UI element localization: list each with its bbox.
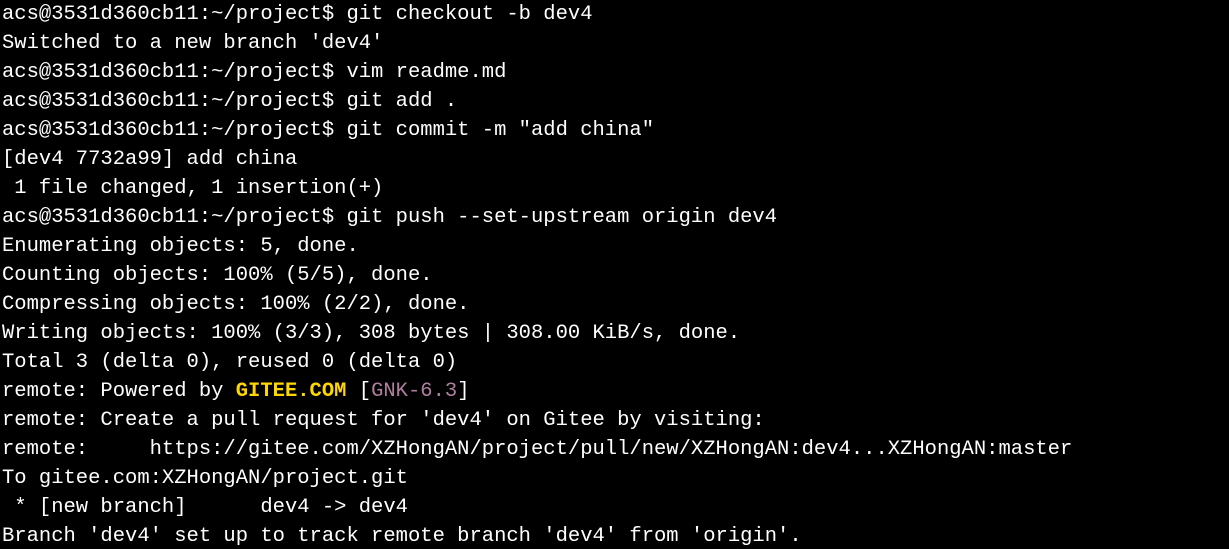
- terminal-line: acs@3531d360cb11:~/project$ git commit -…: [2, 116, 1229, 145]
- terminal-output-line: Enumerating objects: 5, done.: [2, 235, 359, 258]
- bracket-open: [: [346, 380, 372, 403]
- shell-prompt: acs@3531d360cb11:~/project$: [2, 119, 335, 142]
- remote-prefix: remote: Powered by: [2, 380, 236, 403]
- shell-prompt: acs@3531d360cb11:~/project$: [2, 90, 335, 113]
- terminal-output-line: Total 3 (delta 0), reused 0 (delta 0): [2, 351, 458, 374]
- gnk-version-text: GNK-6.3: [371, 380, 458, 403]
- command-text: git push --set-upstream origin dev4: [334, 206, 778, 229]
- terminal-line: acs@3531d360cb11:~/project$ git push --s…: [2, 203, 1229, 232]
- terminal-output-line: Switched to a new branch 'dev4': [2, 32, 384, 55]
- command-text: git checkout -b dev4: [334, 3, 593, 26]
- command-text: vim readme.md: [334, 61, 507, 84]
- command-text: git commit -m "add china": [334, 119, 655, 142]
- bracket-close: ]: [457, 380, 470, 403]
- terminal-output-line: * [new branch] dev4 -> dev4: [2, 496, 408, 519]
- shell-prompt: acs@3531d360cb11:~/project$: [2, 3, 335, 26]
- terminal-output-line: Compressing objects: 100% (2/2), done.: [2, 293, 470, 316]
- terminal-line: acs@3531d360cb11:~/project$ git add .: [2, 87, 1229, 116]
- terminal-window[interactable]: acs@3531d360cb11:~/project$ git checkout…: [0, 0, 1229, 549]
- terminal-output-line: [dev4 7732a99] add china: [2, 148, 298, 171]
- terminal-output-line: To gitee.com:XZHongAN/project.git: [2, 467, 408, 490]
- gitee-brand-text: GITEE.COM: [235, 380, 347, 403]
- terminal-output-line: remote: Powered by GITEE.COM [GNK-6.3]: [2, 377, 1229, 406]
- terminal-output-line: Branch 'dev4' set up to track remote bra…: [2, 525, 802, 548]
- terminal-line: acs@3531d360cb11:~/project$ vim readme.m…: [2, 58, 1229, 87]
- shell-prompt: acs@3531d360cb11:~/project$: [2, 61, 335, 84]
- terminal-output-line: Counting objects: 100% (5/5), done.: [2, 264, 433, 287]
- command-text: git add .: [334, 90, 458, 113]
- pull-request-url-line[interactable]: remote: https://gitee.com/XZHongAN/proje…: [2, 435, 1229, 464]
- shell-prompt: acs@3531d360cb11:~/project$: [2, 206, 335, 229]
- terminal-output-line: remote: Create a pull request for 'dev4'…: [2, 409, 765, 432]
- terminal-output-line: Writing objects: 100% (3/3), 308 bytes |…: [2, 322, 741, 345]
- terminal-line: acs@3531d360cb11:~/project$ git checkout…: [2, 0, 1229, 29]
- terminal-output-line: 1 file changed, 1 insertion(+): [2, 177, 384, 200]
